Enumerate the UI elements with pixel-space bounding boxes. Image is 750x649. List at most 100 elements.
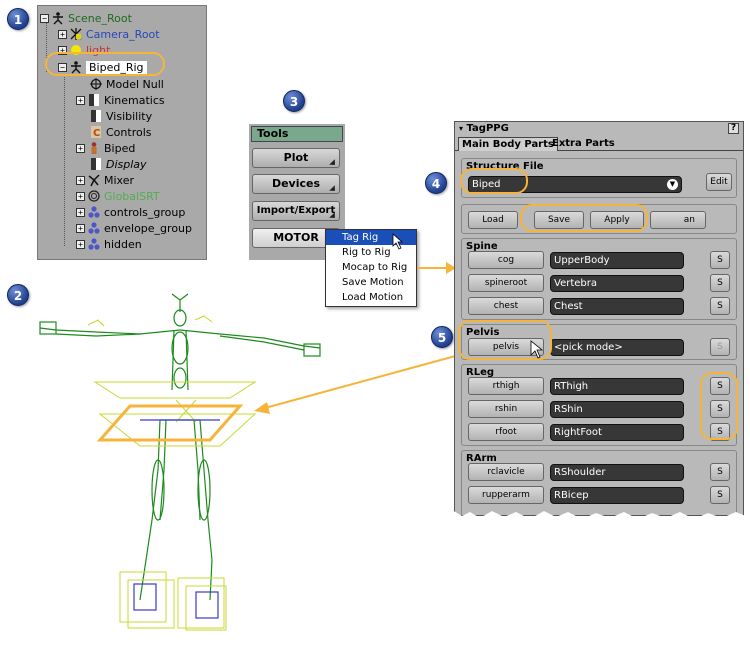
tree-connector [64, 74, 65, 246]
expand-toggle[interactable]: + [58, 29, 67, 39]
controls-icon: C [90, 126, 102, 139]
camera-icon [70, 28, 82, 40]
rthigh-field[interactable]: RThigh [550, 378, 684, 395]
tree-item-controls-group[interactable]: + controls_group [76, 204, 185, 220]
tree-item-label: Controls [106, 125, 152, 139]
tree-item-mixer[interactable]: + Mixer [76, 172, 134, 188]
rthigh-button[interactable]: rthigh [468, 377, 544, 395]
collapse-arrow-icon[interactable]: ▾ [459, 124, 463, 133]
spineroot-button[interactable]: spineroot [468, 274, 544, 292]
callout-2: 2 [7, 284, 29, 306]
load-button[interactable]: Load [468, 211, 518, 229]
rfoot-field[interactable]: RightFoot [550, 424, 684, 441]
chest-button[interactable]: chest [468, 297, 544, 315]
tree-item-kinematics[interactable]: + Kinematics [76, 92, 165, 108]
callout-5: 5 [431, 326, 453, 348]
motor-context-menu: Tag Rig Rig to Rig Mocap to Rig Save Mot… [325, 229, 417, 307]
callout-3: 3 [283, 90, 305, 112]
chest-field[interactable]: Chest [550, 298, 684, 315]
expand-toggle[interactable]: + [76, 207, 85, 217]
expand-toggle[interactable]: + [76, 175, 85, 185]
highlight-save-apply [520, 204, 648, 232]
tree-item-visibility[interactable]: Visibility [90, 108, 152, 124]
pelvis-select-button[interactable]: S [710, 338, 730, 356]
ppg-titlebar: ▾ TagPPG ? [455, 122, 743, 135]
tree-item-hidden[interactable]: + hidden [76, 236, 142, 252]
rig-foot-boxes [133, 419, 220, 619]
svg-text:C: C [93, 128, 100, 139]
menu-item-load-motion[interactable]: Load Motion [326, 290, 416, 305]
tree-item-envelope-group[interactable]: + envelope_group [76, 220, 192, 236]
spine-group: Spine cog UpperBody S spineroot Vertebra… [461, 238, 737, 320]
biped-rig-skeleton [39, 293, 321, 601]
expand-toggle[interactable]: + [76, 143, 85, 153]
biped-icon [88, 142, 100, 154]
tree-item-scene-root[interactable]: − Scene_Root [40, 10, 132, 26]
spineroot-select-button[interactable]: S [710, 274, 730, 292]
tree-item-model-null[interactable]: Model Null [90, 76, 164, 92]
rshin-field[interactable]: RShin [550, 401, 684, 418]
highlight-biped-rig [45, 52, 165, 76]
tree-item-label: Visibility [106, 109, 153, 123]
tab-main-body-parts[interactable]: Main Body Parts [458, 137, 558, 151]
cog-field[interactable]: UpperBody [550, 252, 684, 269]
menu-item-tag-rig[interactable]: Tag Rig [326, 230, 416, 245]
submenu-arrow-icon [329, 212, 335, 218]
rarm-group: RArm rclavicle RShoulder S rupperarm RBi… [461, 450, 737, 515]
mixer-icon [88, 174, 100, 187]
tree-item-label: controls_group [104, 205, 186, 219]
tree-item-biped[interactable]: + Biped [76, 140, 135, 156]
tree-item-label: Camera_Root [86, 27, 160, 41]
expand-toggle[interactable]: + [76, 191, 85, 201]
expand-toggle[interactable]: + [76, 95, 85, 105]
tree-item-camera-root[interactable]: + Camera_Root [58, 26, 160, 42]
chest-select-button[interactable]: S [710, 297, 730, 315]
devices-label: Devices [271, 177, 321, 190]
cog-select-button[interactable]: S [710, 251, 730, 269]
rclavicle-select-button[interactable]: S [710, 463, 730, 481]
import-export-label: Import/Export [256, 205, 336, 216]
menu-item-mocap-to-rig[interactable]: Mocap to Rig [326, 260, 416, 275]
rclavicle-button[interactable]: rclavicle [468, 463, 544, 481]
tree-item-display[interactable]: Display [90, 156, 147, 172]
rshin-button[interactable]: rshin [468, 400, 544, 418]
clean-button[interactable]: an [650, 211, 706, 229]
tree-item-label: GlobalSRT [104, 189, 160, 203]
rig-control-planes [87, 315, 257, 631]
rupperarm-button[interactable]: rupperarm [468, 486, 544, 504]
tree-item-controls[interactable]: C Controls [90, 124, 152, 140]
rleg-group: RLeg rthigh RThigh S rshin RShin S rfoot… [461, 364, 737, 446]
devices-button[interactable]: Devices [252, 174, 340, 194]
import-export-button[interactable]: Import/Export [252, 201, 340, 221]
tree-item-label: envelope_group [104, 221, 192, 235]
explorer-panel: − Scene_Root + Camera_Root + light − Bip… [37, 5, 207, 260]
motor-label: MOTOR [273, 231, 319, 244]
rupperarm-select-button[interactable]: S [710, 486, 730, 504]
callout-4: 4 [425, 172, 447, 194]
pelvis-highlight [96, 404, 244, 442]
highlight-structure-file [460, 168, 528, 194]
rfoot-button[interactable]: rfoot [468, 423, 544, 441]
help-button[interactable]: ? [728, 123, 739, 134]
cog-button[interactable]: cog [468, 251, 544, 269]
group-icon [88, 206, 100, 218]
highlight-rleg-s-buttons [700, 372, 738, 440]
pelvis-field[interactable]: <pick mode> [550, 339, 684, 356]
collapse-toggle[interactable]: − [40, 13, 49, 23]
tab-extra-parts[interactable]: Extra Parts [549, 137, 618, 151]
tree-item-label: Model Null [106, 77, 164, 91]
menu-item-save-motion[interactable]: Save Motion [326, 275, 416, 290]
ppg-tab-bar: Main Body Parts Extra Parts [455, 135, 743, 151]
tree-item-label: hidden [104, 237, 142, 251]
expand-toggle[interactable]: + [76, 223, 85, 233]
plot-button[interactable]: Plot [252, 148, 340, 168]
spineroot-field[interactable]: Vertebra [550, 275, 684, 292]
null-icon [90, 78, 102, 90]
edit-button[interactable]: Edit [706, 173, 732, 191]
plot-label: Plot [283, 151, 309, 164]
tree-item-globalsrt[interactable]: + GlobalSRT [76, 188, 160, 204]
rupperarm-field[interactable]: RBicep [550, 487, 684, 504]
menu-item-rig-to-rig[interactable]: Rig to Rig [326, 245, 416, 260]
expand-toggle[interactable]: + [76, 239, 85, 249]
rclavicle-field[interactable]: RShoulder [550, 464, 684, 481]
